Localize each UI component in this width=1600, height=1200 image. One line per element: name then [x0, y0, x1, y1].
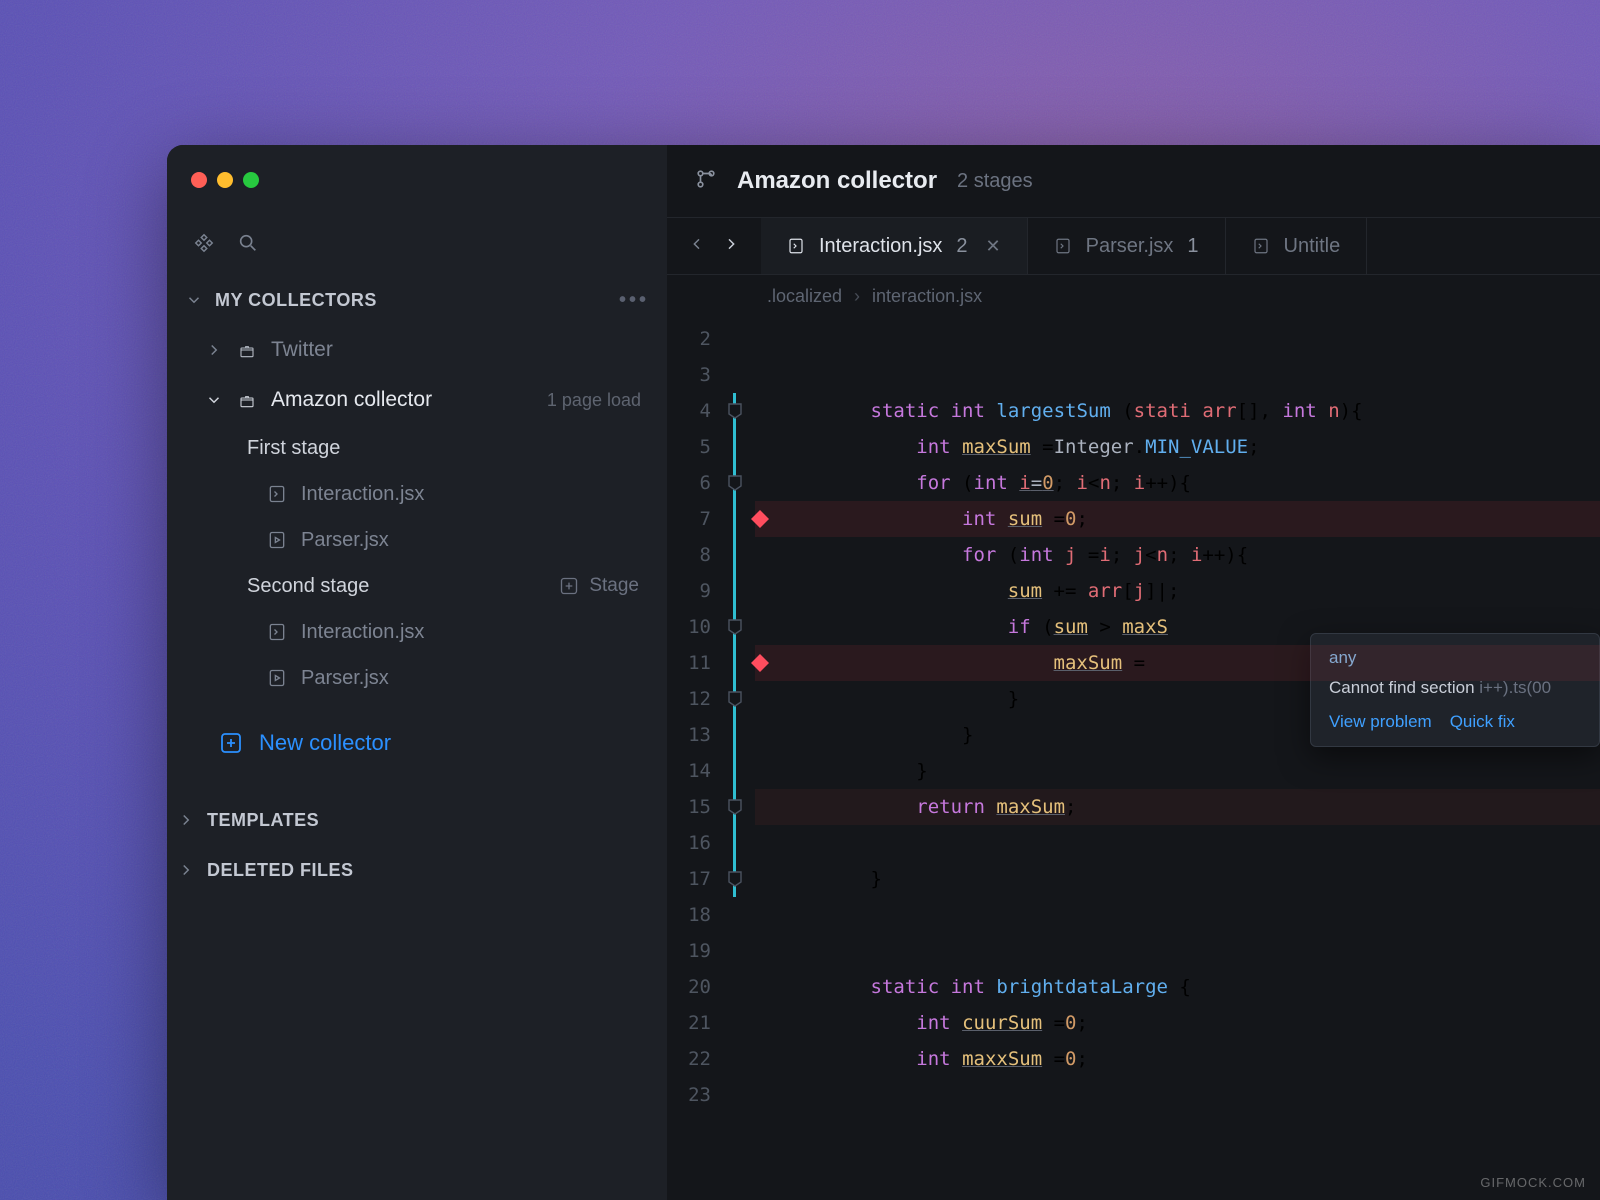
sidebar-section-deleted-files[interactable]: DELETED FILES	[167, 845, 667, 895]
more-icon[interactable]: •••	[619, 289, 649, 312]
branch-icon	[695, 168, 717, 195]
stage-label-first: First stage	[247, 425, 649, 471]
code-line[interactable]: int cuurSum =0;	[755, 1005, 1600, 1041]
code-line[interactable]: return maxSum;	[755, 789, 1600, 825]
code-line[interactable]: sum += arr[j]|;	[755, 573, 1600, 609]
code-line[interactable]: int maxSum =Integer.MIN_VALUE;	[755, 429, 1600, 465]
new-collector-button[interactable]: New collector	[185, 713, 649, 773]
code-line[interactable]: }	[755, 681, 1600, 717]
fold-marker-icon[interactable]	[727, 870, 743, 888]
sidebar-section-my-collectors[interactable]: MY COLLECTORS •••	[185, 275, 649, 325]
fold-marker-icon[interactable]	[727, 474, 743, 492]
fold-marker-icon[interactable]	[727, 798, 743, 816]
search-icon[interactable]	[237, 232, 259, 259]
code-line[interactable]: static int largestSum (stati arr[], int …	[755, 393, 1600, 429]
sidebar-item-label: Amazon collector	[271, 388, 432, 412]
code-line[interactable]: }	[755, 861, 1600, 897]
fold-marker-icon[interactable]	[727, 618, 743, 636]
header-title: Amazon collector	[737, 167, 937, 195]
code-line[interactable]	[755, 825, 1600, 861]
sidebar-file-interaction[interactable]: Interaction.jsx	[247, 471, 649, 517]
tab-untitle[interactable]: Untitle	[1226, 218, 1368, 274]
watermark: GIFMOCK.COM	[1480, 1175, 1586, 1190]
code-line[interactable]	[755, 933, 1600, 969]
code-line[interactable]: }	[755, 753, 1600, 789]
code-line[interactable]: if (sum > maxS	[755, 609, 1600, 645]
code-line[interactable]: int sum =0;	[755, 501, 1600, 537]
sidebar-item-twitter[interactable]: Twitter	[185, 325, 649, 375]
code-line[interactable]: maxSum =	[755, 645, 1600, 681]
code-line[interactable]	[755, 357, 1600, 393]
nav-forward-button[interactable]	[723, 236, 739, 257]
window-minimize-button[interactable]	[217, 172, 233, 188]
code-line[interactable]	[755, 321, 1600, 357]
main-panel: Amazon collector 2 stages Interaction.js…	[667, 145, 1600, 1200]
sidebar-file-parser[interactable]: Parser.jsx	[247, 517, 649, 563]
line-gutter: 234567891011121314151617181920212223	[667, 317, 725, 1200]
fold-column	[725, 317, 755, 1200]
sidebar: MY COLLECTORS ••• Twitter Amazon collect…	[167, 145, 667, 1200]
code-line[interactable]: int maxxSum =0;	[755, 1041, 1600, 1077]
window-close-button[interactable]	[191, 172, 207, 188]
fold-marker-icon[interactable]	[727, 402, 743, 420]
code-area[interactable]: any Cannot find section i++).ts(00 View …	[755, 317, 1600, 1200]
fold-marker-icon[interactable]	[727, 690, 743, 708]
code-line[interactable]: for (int j =i; j<n; i++){	[755, 537, 1600, 573]
sidebar-item-amazon-collector[interactable]: Amazon collector 1 page load	[185, 375, 649, 425]
code-line[interactable]: static int brightdataLarge {	[755, 969, 1600, 1005]
sidebar-file-interaction-2[interactable]: Interaction.jsx	[247, 609, 649, 655]
code-line[interactable]	[755, 1077, 1600, 1113]
code-line[interactable]: }	[755, 717, 1600, 753]
editor-header: Amazon collector 2 stages	[667, 145, 1600, 217]
code-editor[interactable]: 234567891011121314151617181920212223 any…	[667, 317, 1600, 1200]
tab-interaction-jsx[interactable]: Interaction.jsx2✕	[761, 218, 1028, 274]
chevron-right-icon: ›	[854, 286, 860, 307]
app-logo-icon[interactable]	[193, 232, 215, 259]
add-stage-button[interactable]: Stage	[559, 575, 649, 597]
window-zoom-button[interactable]	[243, 172, 259, 188]
tab-parser-jsx[interactable]: Parser.jsx1	[1028, 218, 1226, 274]
breadcrumb[interactable]: .localized › interaction.jsx	[667, 275, 1600, 317]
header-subtitle: 2 stages	[957, 170, 1033, 193]
nav-back-button[interactable]	[689, 236, 705, 257]
sidebar-section-templates[interactable]: TEMPLATES	[167, 795, 667, 845]
code-line[interactable]: for (int i=0; i<n; i++){	[755, 465, 1600, 501]
sidebar-item-label: Twitter	[271, 338, 333, 362]
app-window: MY COLLECTORS ••• Twitter Amazon collect…	[167, 145, 1600, 1200]
window-titlebar	[167, 145, 667, 215]
code-line[interactable]	[755, 897, 1600, 933]
sidebar-file-parser-2[interactable]: Parser.jsx	[247, 655, 649, 701]
tab-bar: Interaction.jsx2✕Parser.jsx1Untitle	[667, 217, 1600, 275]
sidebar-item-meta: 1 page load	[547, 390, 649, 411]
stage-label-second: Second stage Stage	[247, 563, 649, 609]
tab-close-icon[interactable]: ✕	[986, 236, 1001, 257]
sidebar-section-label: MY COLLECTORS	[215, 290, 377, 311]
